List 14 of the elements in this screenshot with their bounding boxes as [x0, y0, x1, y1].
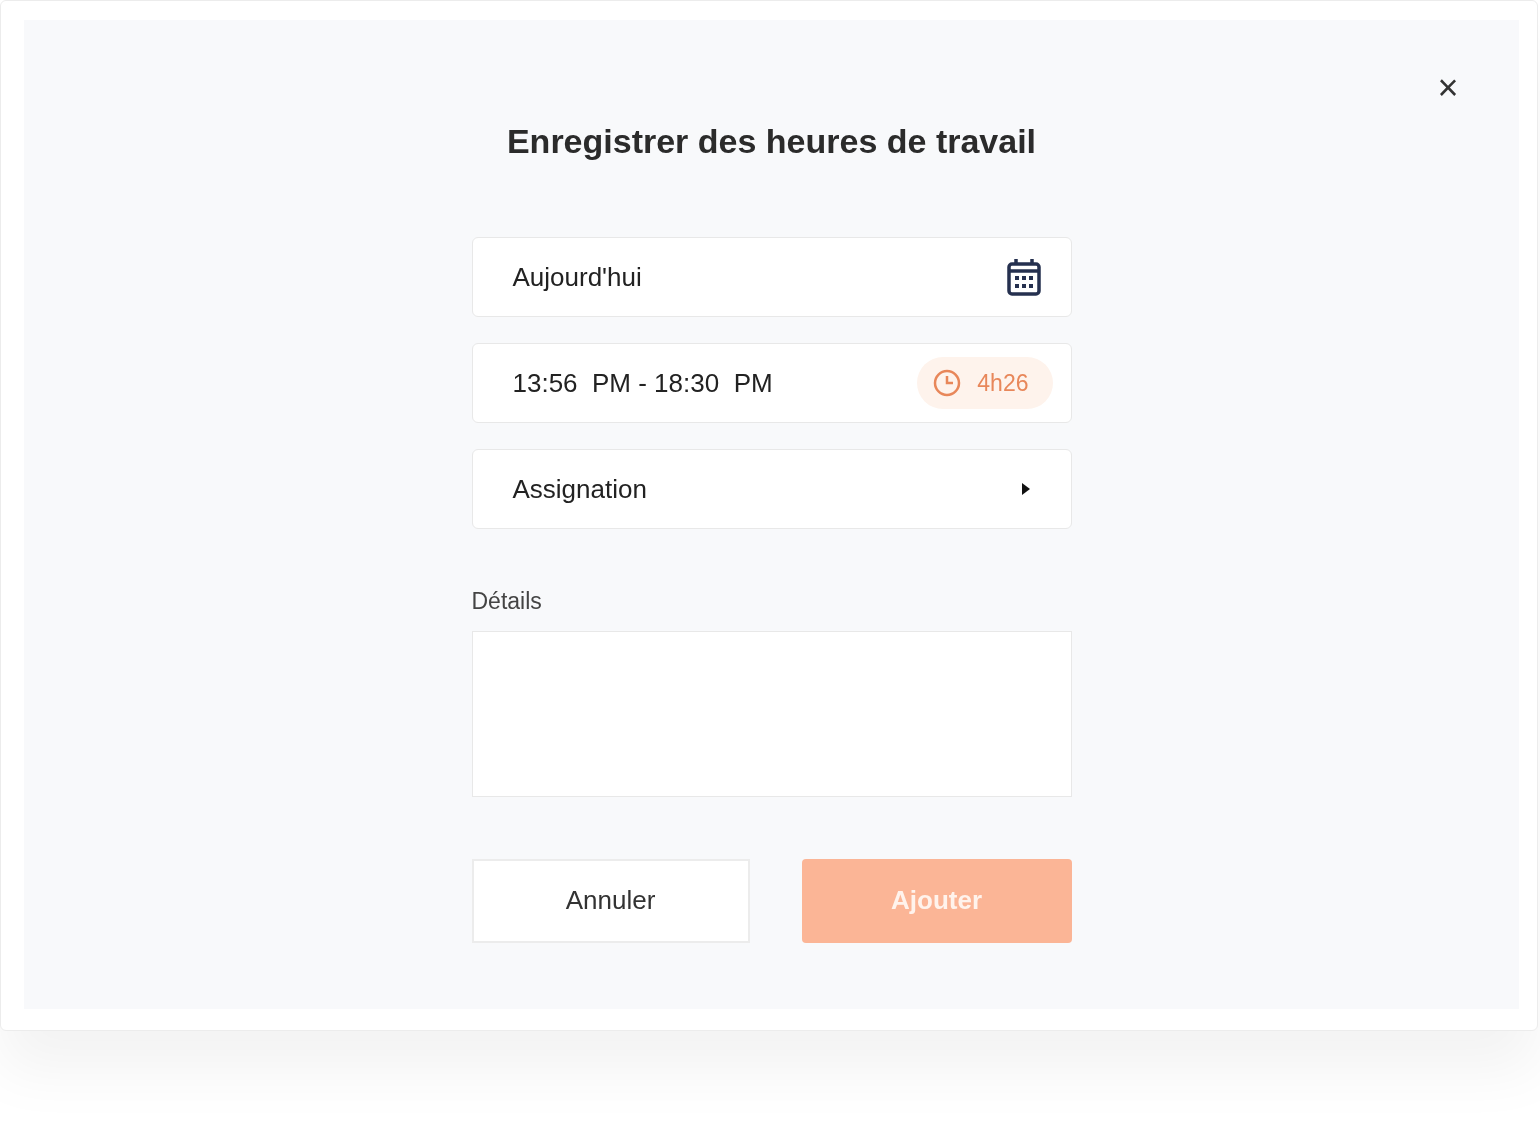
- assignment-label: Assignation: [512, 472, 647, 506]
- date-field[interactable]: Aujourd'hui: [471, 237, 1072, 317]
- close-button[interactable]: ×: [1432, 72, 1464, 104]
- time-range: 13:56 PM - 18:30 PM: [512, 366, 773, 400]
- details-label: Détails: [471, 587, 543, 616]
- date-value: Aujourd'hui: [512, 260, 642, 294]
- assignment-field[interactable]: Assignation: [471, 449, 1072, 529]
- duration-text: 4h26: [977, 368, 1030, 398]
- dialog-title: Enregistrer des heures de travail: [506, 121, 1037, 162]
- calendar-icon: [1006, 258, 1041, 296]
- cancel-button[interactable]: Annuler: [471, 858, 750, 943]
- clock-icon: [933, 369, 962, 397]
- time-field[interactable]: 13:56 PM - 18:30 PM 4h26: [471, 343, 1072, 423]
- triangle-right-icon: [1020, 482, 1031, 496]
